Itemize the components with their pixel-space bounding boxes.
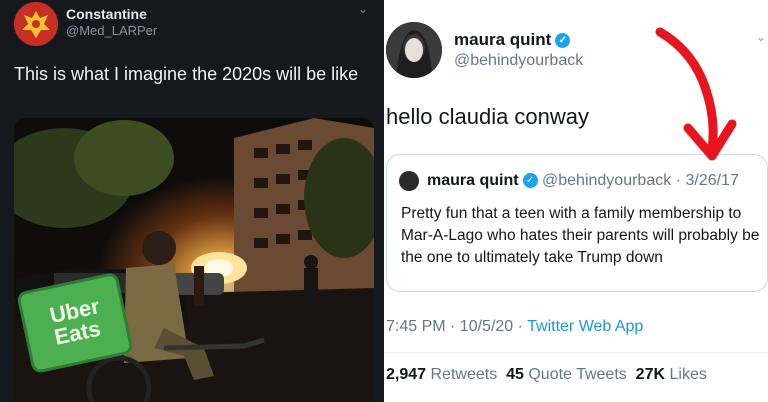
tweet-text: This is what I imagine the 2020s will be… [14, 64, 359, 84]
profile-avatar[interactable] [14, 2, 58, 46]
uber-eats-logo: Uber Eats [48, 293, 106, 349]
display-name[interactable]: Constantine [66, 6, 147, 22]
right-tweet: maura quint ✓ @behindyourback ⌄ hello cla… [384, 0, 768, 402]
left-tweet: Constantine @Med_LARPer ⌄ This is what I… [0, 0, 384, 402]
tweet-photo[interactable]: Uber Eats [14, 118, 374, 402]
user-handle[interactable]: @Med_LARPer [66, 23, 157, 38]
red-arrow-annotation [655, 27, 737, 161]
chevron-down-icon[interactable]: ⌄ [358, 2, 368, 16]
